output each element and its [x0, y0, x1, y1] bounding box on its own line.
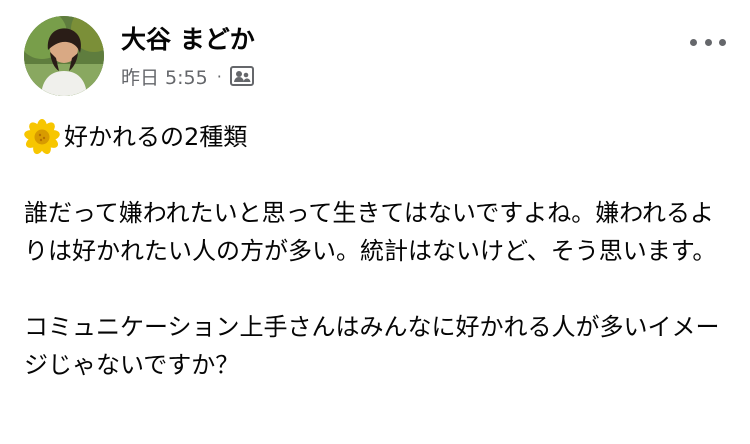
- post-title: 好かれるの2種類: [64, 123, 248, 151]
- author-name[interactable]: 大谷 まどか: [121, 24, 255, 56]
- avatar-photo: [24, 16, 104, 96]
- more-options-dot: [704, 38, 712, 46]
- meta-separator: ·: [216, 66, 222, 86]
- more-options-icon[interactable]: [690, 30, 726, 54]
- post-body: 好かれるの2種類 誰だって嫌われたいと思って生きてはないですよね。嫌われるよりは…: [24, 114, 724, 384]
- post-meta: 昨日 5:55 ·: [121, 62, 255, 90]
- sunflower-icon: [24, 119, 60, 155]
- post-timestamp[interactable]: 昨日 5:55: [121, 63, 208, 90]
- post-header: 大谷 まどか 昨日 5:55 ·: [24, 16, 726, 98]
- more-options-dot: [690, 38, 697, 46]
- more-options-dot: [719, 38, 726, 46]
- post-paragraph: コミュニケーション上手さんはみんなに好かれる人が多いイメージじゃないですか？: [24, 313, 720, 379]
- post-paragraph: 誰だって嫌われたいと思って生きてはないですよね。嫌われるよりは好かれたい人の方が…: [24, 199, 717, 265]
- avatar[interactable]: [24, 16, 104, 96]
- post-title-row: 好かれるの2種類: [24, 114, 724, 160]
- group-icon[interactable]: [229, 64, 255, 88]
